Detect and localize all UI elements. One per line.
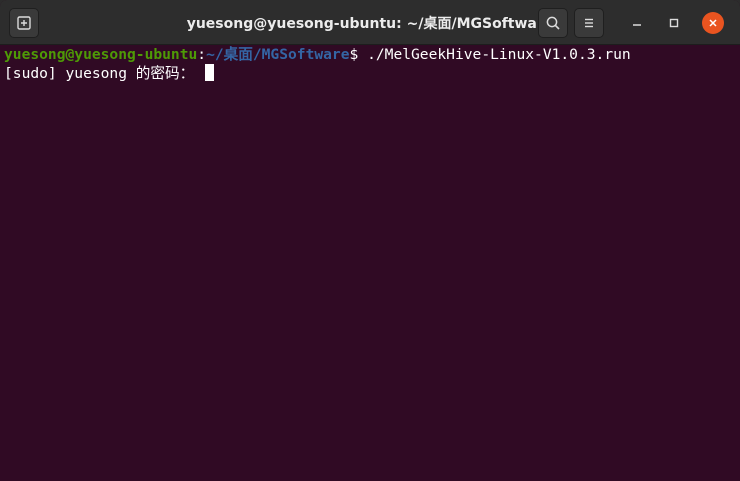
prompt-path: ~/桌面/MGSoftware xyxy=(206,46,350,63)
scrollbar[interactable] xyxy=(732,45,740,481)
prompt-user-host: yuesong@yuesong-ubuntu xyxy=(4,46,198,63)
maximize-icon xyxy=(669,18,679,28)
search-icon xyxy=(546,16,560,30)
terminal-window: yuesong@yuesong-ubuntu: ~/桌面/MGSoftware xyxy=(0,0,740,481)
close-button[interactable] xyxy=(702,12,724,34)
command-line: yuesong@yuesong-ubuntu:~/桌面/MGSoftware$ … xyxy=(4,45,736,64)
minimize-icon xyxy=(633,24,641,26)
prompt-colon: : xyxy=(197,46,207,63)
minimize-button[interactable] xyxy=(626,12,648,34)
maximize-button[interactable] xyxy=(663,12,685,34)
close-icon xyxy=(709,19,717,27)
hamburger-menu-icon xyxy=(585,18,593,28)
search-button[interactable] xyxy=(538,8,568,38)
title-bar[interactable]: yuesong@yuesong-ubuntu: ~/桌面/MGSoftware xyxy=(0,0,740,45)
sudo-password-line: [sudo] yuesong 的密码： xyxy=(4,64,736,83)
window-title: yuesong@yuesong-ubuntu: ~/桌面/MGSoftware xyxy=(186,15,554,32)
sudo-prompt: [sudo] yuesong 的密码： xyxy=(4,65,203,82)
new-tab-button[interactable] xyxy=(9,8,39,38)
new-tab-icon xyxy=(17,16,31,30)
menu-button[interactable] xyxy=(574,8,604,38)
terminal-output[interactable]: yuesong@yuesong-ubuntu:~/桌面/MGSoftware$ … xyxy=(0,45,740,481)
command-text: ./MelGeekHive-Linux-V1.0.3.run xyxy=(367,46,631,63)
prompt-symbol: $ xyxy=(349,46,368,63)
text-cursor[interactable] xyxy=(204,64,214,81)
